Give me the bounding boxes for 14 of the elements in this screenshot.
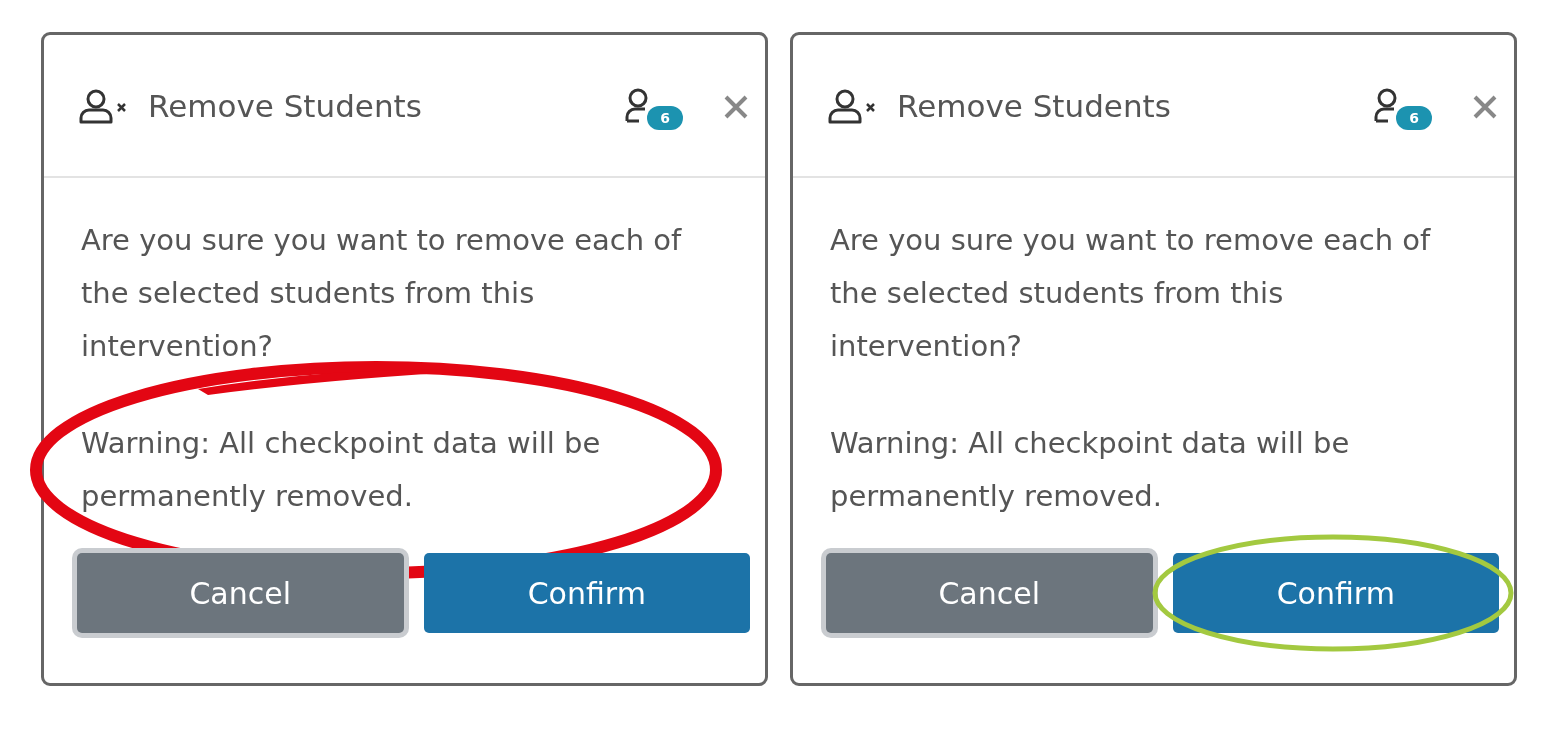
count-badge: 6 [1396,105,1432,130]
confirm-button[interactable]: Confirm [423,553,750,633]
dialog-title: Remove Students [897,87,1172,124]
user-icon [625,87,649,124]
dialog-title: Remove Students [148,87,423,124]
warning-message: Warning: All checkpoint data will be permanently removed. [830,425,1351,515]
warning-message: Warning: All checkpoint data will be permanently removed. [81,425,602,515]
user-icon [1374,87,1398,124]
confirmation-message: Are you sure you want to remove each of the selected students from this intervention? [81,222,683,365]
confirmation-message: Are you sure you want to remove each of the selected students from this intervention? [830,222,1432,365]
confirm-button[interactable]: Confirm [1172,553,1499,633]
close-icon[interactable] [723,93,749,120]
count-badge: 6 [647,105,683,130]
close-icon[interactable] [1472,93,1498,120]
